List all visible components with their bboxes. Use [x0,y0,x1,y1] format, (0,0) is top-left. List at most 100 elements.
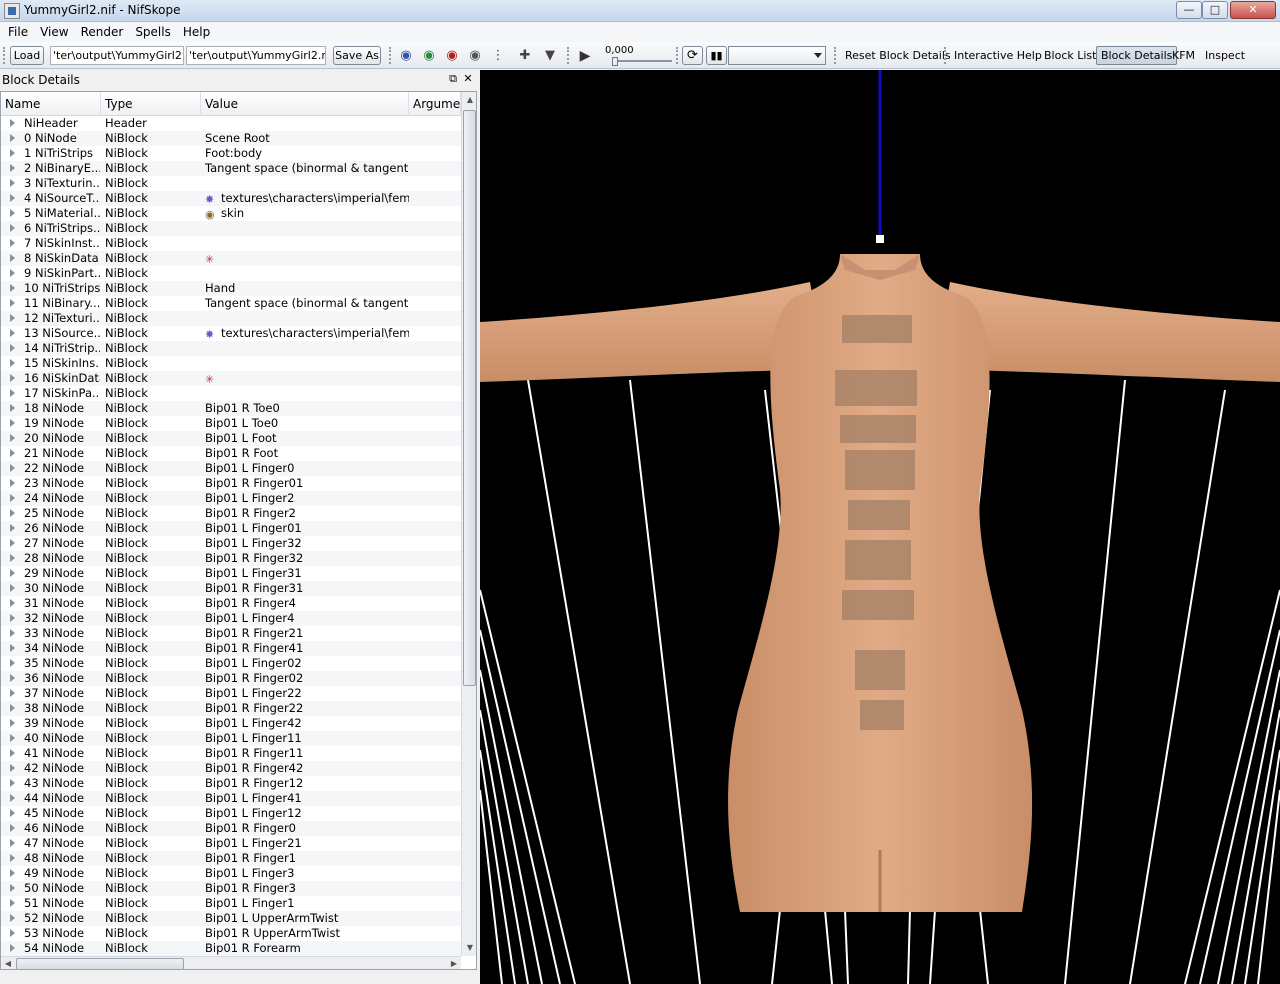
scroll-right-icon[interactable]: ▶ [447,957,461,969]
tree-row[interactable]: 49 NiNode NiBlock Bip01 L Finger3 [1,866,461,881]
tree-row[interactable]: 46 NiNode NiBlock Bip01 R Finger0 [1,821,461,836]
expand-arrow-icon[interactable] [10,944,15,952]
tree-row[interactable]: 27 NiNode NiBlock Bip01 L Finger32 [1,536,461,551]
expand-arrow-icon[interactable] [10,869,15,877]
expand-arrow-icon[interactable] [10,794,15,802]
expand-arrow-icon[interactable] [10,404,15,412]
expand-arrow-icon[interactable] [10,389,15,397]
expand-arrow-icon[interactable] [10,719,15,727]
tree-row[interactable]: 29 NiNode NiBlock Bip01 L Finger31 [1,566,461,581]
tree-row[interactable]: 47 NiNode NiBlock Bip01 L Finger21 [1,836,461,851]
interactive-help-button[interactable]: Interactive Help [954,47,1042,64]
tree-row[interactable]: 25 NiNode NiBlock Bip01 R Finger2 [1,506,461,521]
expand-arrow-icon[interactable] [10,149,15,157]
maximize-button[interactable]: □ [1202,1,1228,19]
tree-row[interactable]: 15 NiSkinIns... NiBlock [1,356,461,371]
tree-row[interactable]: 0 NiNode NiBlock Scene Root [1,131,461,146]
tree-row[interactable]: 13 NiSource... NiBlock ✸ textures\character… [1,326,461,341]
expand-arrow-icon[interactable] [10,824,15,832]
tree-row[interactable]: 16 NiSkinData NiBlock ✳ [1,371,461,386]
column-header-name[interactable]: Name [1,92,101,116]
expand-arrow-icon[interactable] [10,779,15,787]
expand-arrow-icon[interactable] [10,224,15,232]
expand-arrow-icon[interactable] [10,209,15,217]
expand-arrow-icon[interactable] [10,344,15,352]
expand-arrow-icon[interactable] [10,704,15,712]
expand-arrow-icon[interactable] [10,299,15,307]
expand-arrow-icon[interactable] [10,899,15,907]
column-header-type[interactable]: Type [101,92,201,116]
tree-row[interactable]: 8 NiSkinData NiBlock ✳ [1,251,461,266]
block-details-tree[interactable]: Name Type Value Argumen NiHeaderHeader0 … [0,91,477,970]
menu-spells[interactable]: Spells [129,25,177,39]
time-slider-handle[interactable] [612,57,618,66]
walk-mode-icon[interactable]: ⋮ [490,48,506,64]
expand-arrow-icon[interactable] [10,269,15,277]
toolbar-grip[interactable] [834,47,837,64]
expand-arrow-icon[interactable] [10,134,15,142]
menu-view[interactable]: View [34,25,74,39]
render-viewport[interactable] [480,70,1280,984]
expand-arrow-icon[interactable] [10,914,15,922]
menu-help[interactable]: Help [177,25,216,39]
expand-arrow-icon[interactable] [10,329,15,337]
tree-row[interactable]: 9 NiSkinPart... NiBlock [1,266,461,281]
expand-arrow-icon[interactable] [10,674,15,682]
expand-arrow-icon[interactable] [10,464,15,472]
tree-row[interactable]: 31 NiNode NiBlock Bip01 R Finger4 [1,596,461,611]
load-path-field[interactable]: 'ter\output\YummyGirl2.nif [50,46,184,65]
menu-render[interactable]: Render [75,25,130,39]
expand-arrow-icon[interactable] [10,374,15,382]
toolbar-grip[interactable] [567,47,570,64]
expand-arrow-icon[interactable] [10,194,15,202]
scroll-down-icon[interactable]: ▼ [462,940,476,956]
expand-arrow-icon[interactable] [10,179,15,187]
expand-arrow-icon[interactable] [10,734,15,742]
play-icon[interactable]: ▶ [577,48,593,64]
close-button[interactable]: ✕ [1230,1,1276,19]
toolbar-grip[interactable] [3,47,6,64]
expand-arrow-icon[interactable] [10,554,15,562]
expand-arrow-icon[interactable] [10,599,15,607]
tree-row[interactable]: 23 NiNode NiBlock Bip01 R Finger01 [1,476,461,491]
tree-row[interactable]: 26 NiNode NiBlock Bip01 L Finger01 [1,521,461,536]
toolbar-grip[interactable] [389,47,392,64]
tree-row[interactable]: 43 NiNode NiBlock Bip01 R Finger12 [1,776,461,791]
tree-row[interactable]: 40 NiNode NiBlock Bip01 L Finger11 [1,731,461,746]
expand-arrow-icon[interactable] [10,239,15,247]
expand-arrow-icon[interactable] [10,749,15,757]
expand-arrow-icon[interactable] [10,854,15,862]
tree-row[interactable]: 19 NiNode NiBlock Bip01 L Toe0 [1,416,461,431]
tree-row[interactable]: 20 NiNode NiBlock Bip01 L Foot [1,431,461,446]
tree-row[interactable]: 51 NiNode NiBlock Bip01 L Finger1 [1,896,461,911]
tree-row[interactable]: 17 NiSkinPa... NiBlock [1,386,461,401]
vertical-scroll-thumb[interactable] [463,110,476,686]
expand-arrow-icon[interactable] [10,629,15,637]
save-as-button[interactable]: Save As [333,46,381,65]
scroll-left-icon[interactable]: ◀ [1,957,15,969]
toolbar-grip[interactable] [676,47,679,64]
load-button[interactable]: Load [10,46,44,65]
expand-arrow-icon[interactable] [10,449,15,457]
column-header-value[interactable]: Value [201,92,409,116]
tree-row[interactable]: 41 NiNode NiBlock Bip01 R Finger11 [1,746,461,761]
close-panel-icon[interactable]: ✕ [461,72,475,86]
tree-row[interactable]: 54 NiNode NiBlock Bip01 R Forearm [1,941,461,956]
tree-row[interactable]: 5 NiMaterial... NiBlock ◉ skin [1,206,461,221]
expand-arrow-icon[interactable] [10,284,15,292]
toolbar-grip[interactable] [944,47,947,64]
tree-row[interactable]: 32 NiNode NiBlock Bip01 L Finger4 [1,611,461,626]
view-top-icon[interactable]: ◉ [444,48,460,64]
expand-arrow-icon[interactable] [10,524,15,532]
horizontal-scroll-thumb[interactable] [16,958,184,969]
column-header-argument[interactable]: Argumen [409,92,461,116]
loop-icon[interactable]: ⟳ [682,46,703,65]
expand-arrow-icon[interactable] [10,434,15,442]
tree-row[interactable]: 37 NiNode NiBlock Bip01 L Finger22 [1,686,461,701]
tree-row[interactable]: 2 NiBinaryE... NiBlock Tangent space (bino… [1,161,461,176]
tree-row[interactable]: 53 NiNode NiBlock Bip01 R UpperArmTwist [1,926,461,941]
tree-row[interactable]: 10 NiTriStrips NiBlock Hand [1,281,461,296]
expand-arrow-icon[interactable] [10,884,15,892]
menu-file[interactable]: File [2,25,34,39]
expand-arrow-icon[interactable] [10,314,15,322]
